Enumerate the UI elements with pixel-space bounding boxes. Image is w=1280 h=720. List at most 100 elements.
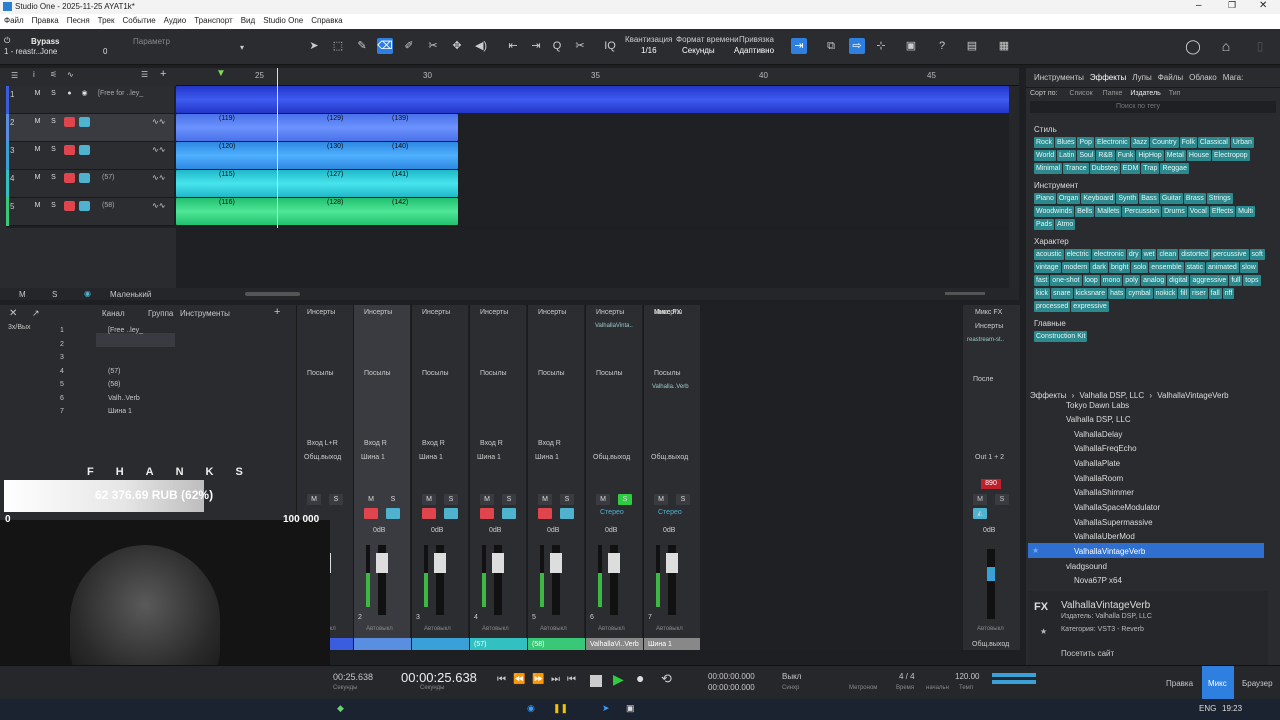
tag[interactable]: tops [1243,275,1261,286]
sends-label[interactable]: Посылы [480,370,507,377]
track-row[interactable]: 5 M S (58) ∿∿ [6,198,174,226]
record-button[interactable]: ● [636,670,644,686]
browse-view-button[interactable]: Браузер [1242,679,1273,688]
edit-view-button[interactable]: Правка [1166,679,1193,688]
solo-button[interactable]: S [995,494,1009,505]
tag[interactable]: cymbal [1126,288,1153,299]
monitor-all-icon[interactable]: ◉ [84,289,91,298]
mute-tool-icon[interactable]: ✂ [425,38,441,54]
record-button[interactable] [422,508,436,519]
bypass-icon[interactable]: ⏻ [4,36,10,46]
tag[interactable]: full [1229,275,1243,286]
tree-folder[interactable]: vladgsound [1066,562,1107,571]
solo-button[interactable]: S [48,89,59,99]
plugin-item-selected[interactable]: ValhallaVintageVerb [1074,547,1145,556]
inserts-label[interactable]: Инсерты [538,309,566,316]
track-lane[interactable]: (115) (127) (141) [176,170,1009,198]
record-button[interactable] [64,145,75,155]
mute-all-button[interactable]: M [19,290,26,299]
track-row[interactable]: 3 M S ∿∿ [6,142,174,170]
menu-help[interactable]: Справка [307,14,346,27]
solo-button[interactable]: S [48,145,59,155]
tag[interactable]: Trap [1141,163,1160,174]
monitor-button[interactable] [79,173,90,183]
channel-name[interactable]: (57) [108,368,120,375]
input-select[interactable]: Вход R [422,440,445,447]
main-time-display[interactable]: 00:00:25.638 [401,670,477,685]
tag[interactable]: electric [1064,249,1091,260]
nudge-left-icon[interactable]: ⇤ [505,38,521,54]
follow-icon[interactable]: ⊹ [873,38,889,54]
tag[interactable]: HipHop [1136,150,1164,161]
tag[interactable]: Synth [1116,193,1139,204]
close-icon[interactable]: ✕ [1259,0,1267,11]
track-size-label[interactable]: Маленький [110,290,151,299]
marker-icon[interactable]: ⏮ [567,674,576,685]
solo-button[interactable]: S [48,173,59,183]
help-icon[interactable]: ? [934,38,950,54]
tag[interactable]: Bells [1075,206,1095,217]
favorite-star-icon[interactable]: ★ [1032,546,1039,555]
sync-value[interactable]: Выкл [782,672,801,681]
inserts-label[interactable]: Инсерты [975,323,1003,330]
zoom-slider[interactable] [945,292,985,295]
monitor-button[interactable]: ◭ [973,508,987,519]
mute-button[interactable]: M [422,494,436,505]
tag[interactable]: kicksnare [1073,288,1108,299]
channel-name[interactable]: Valh..Verb [108,395,140,402]
tag[interactable]: Guitar [1159,193,1183,204]
solo-button[interactable]: S [48,117,59,127]
sort-list[interactable]: Список [1069,90,1092,97]
monitor-button[interactable] [79,145,90,155]
tag[interactable]: slow [1239,262,1258,273]
tag[interactable]: Jazz [1130,137,1150,148]
tag[interactable]: hats [1108,288,1126,299]
solo-button[interactable]: S [444,494,458,505]
tag[interactable]: Folk [1179,137,1197,148]
rewind-start-icon[interactable]: ⏮ [497,674,506,685]
tag[interactable]: bright [1108,262,1131,273]
add-track-icon[interactable]: + [160,68,166,80]
tag[interactable]: R&B [1096,150,1115,161]
loop-end[interactable]: 00:00:00.000 [708,683,755,692]
list-icon[interactable]: ☰ [141,70,148,79]
menu-file[interactable]: Файл [0,14,28,27]
track-row[interactable]: 4 M S (57) ∿∿ [6,170,174,198]
automation-label[interactable]: Автовыкл [540,626,567,632]
pencil-tool-icon[interactable]: ✎ [354,38,370,54]
monitor-button[interactable] [386,508,400,519]
tag[interactable]: Dubstep [1089,163,1120,174]
breadcrumb-item[interactable]: Эффекты [1030,391,1066,400]
tempo-value[interactable]: 120.00 [955,672,979,681]
search-field[interactable]: Поиск по тегу [1030,101,1276,113]
io-label[interactable]: 3х/Вых [8,324,31,331]
iq-icon[interactable]: IQ [602,38,618,54]
mute-button[interactable]: M [654,494,668,505]
plugin-item[interactable]: Nova67P x64 [1074,576,1122,585]
sends-label[interactable]: Посылы [307,370,334,377]
mute-button[interactable]: M [973,494,987,505]
tag[interactable]: Brass [1183,193,1206,204]
monitor-button[interactable] [79,201,90,211]
master-insert[interactable]: reastream-st.. [967,337,1004,343]
output-select[interactable]: Шина 1 [361,454,385,461]
mix-fx-label[interactable]: Микс FX [654,309,681,316]
solo-button[interactable]: S [502,494,516,505]
tag[interactable]: Atmo [1054,219,1076,230]
record-button[interactable] [480,508,494,519]
master-clip-indicator[interactable]: 890 [981,479,1001,489]
track-lane[interactable]: (116) (128) (142) [176,198,1009,226]
paint-tool-icon[interactable]: ✐ [401,38,417,54]
menu-audio[interactable]: Аудио [160,14,191,27]
arrange-empty-area[interactable] [176,228,1009,288]
tag[interactable]: World [1034,150,1057,161]
plugin-item[interactable]: ValhallaSupermassive [1074,518,1153,527]
split-view-icon[interactable]: ⧉ [823,38,839,54]
tag[interactable]: Classical [1197,137,1230,148]
tag[interactable]: Electronic [1094,137,1130,148]
plugin-item[interactable]: ValhallaSpaceModulator [1074,503,1160,512]
send-slot[interactable]: Valhalla..Verb [652,384,689,390]
sort-type[interactable]: Тип [1169,90,1181,97]
zoom-icon[interactable]: Q [549,38,565,54]
tag[interactable]: Blues [1054,137,1077,148]
